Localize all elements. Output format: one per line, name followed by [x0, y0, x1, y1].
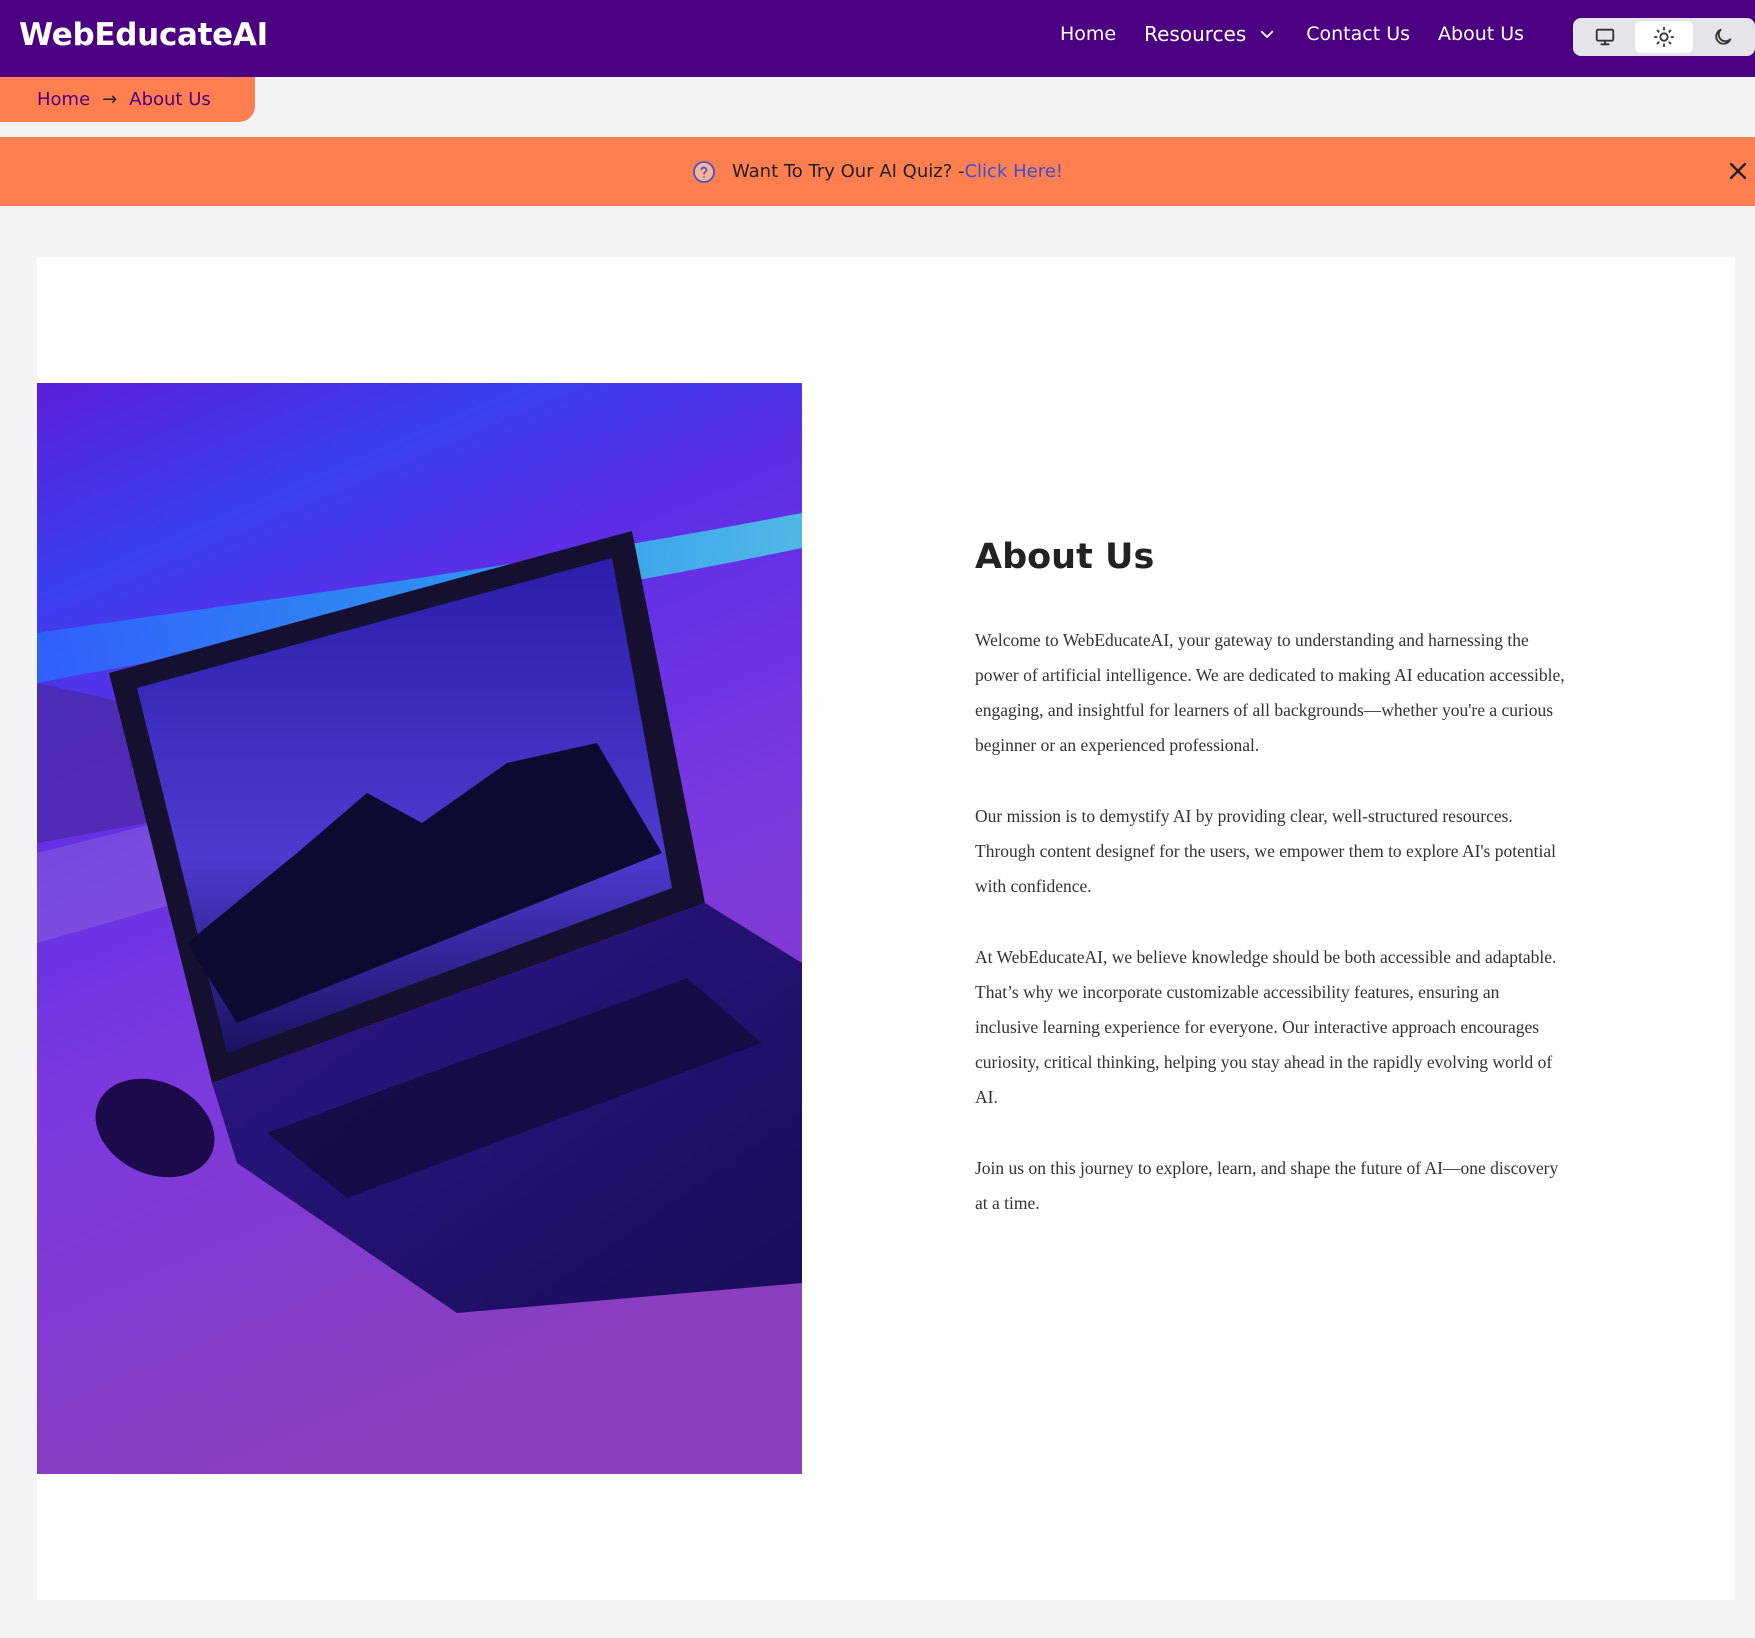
help-circle-icon	[692, 160, 716, 184]
nav-about-link[interactable]: About Us	[1438, 23, 1524, 45]
quiz-banner: Want To Try Our AI Quiz? - Click Here!	[0, 137, 1755, 206]
nav-contact-link[interactable]: Contact Us	[1306, 23, 1410, 45]
breadcrumb: Home → About Us	[0, 77, 255, 122]
main-nav: Home Resources Contact Us About Us	[1060, 0, 1524, 67]
breadcrumb-arrow-icon: →	[102, 89, 118, 110]
about-card: About Us Welcome to WebEducateAI, your g…	[37, 257, 1735, 1600]
breadcrumb-current: About Us	[129, 89, 211, 110]
about-paragraph: At WebEducateAI, we believe knowledge sh…	[975, 947, 1557, 1107]
close-icon[interactable]	[1726, 159, 1750, 183]
monitor-icon	[1596, 28, 1615, 46]
brand-logo[interactable]: WebEducateAI	[19, 17, 268, 53]
moon-icon	[1715, 28, 1731, 45]
banner-quiz-link[interactable]: Click Here!	[964, 161, 1063, 182]
banner-text: Want To Try Our AI Quiz? -	[731, 161, 965, 182]
breadcrumb-home-link[interactable]: Home	[37, 89, 90, 110]
about-paragraph: Join us on this journey to explore, lear…	[975, 1158, 1559, 1213]
top-navbar: WebEducateAI Home Resources Contact Us A…	[0, 0, 1755, 77]
about-paragraph: Welcome to WebEducateAI, your gateway to…	[975, 630, 1565, 755]
theme-switcher	[1573, 18, 1755, 56]
nav-resources-label: Resources	[1144, 21, 1247, 46]
chevron-down-icon	[1261, 30, 1274, 38]
theme-system-button[interactable]	[1576, 21, 1635, 53]
laptop-hero-image	[37, 383, 802, 1474]
about-paragraph: Our mission is to demystify AI by provid…	[975, 806, 1556, 896]
page-title: About Us	[975, 537, 1155, 577]
banner-content: Want To Try Our AI Quiz? - Click Here!	[692, 160, 1063, 184]
about-content: About Us Welcome to WebEducateAI, your g…	[975, 537, 1565, 1257]
nav-resources-dropdown[interactable]: Resources	[1144, 22, 1276, 46]
theme-dark-button[interactable]	[1693, 21, 1752, 53]
sun-icon	[1653, 26, 1675, 48]
theme-light-button[interactable]	[1634, 21, 1694, 53]
nav-home-link[interactable]: Home	[1060, 23, 1116, 45]
